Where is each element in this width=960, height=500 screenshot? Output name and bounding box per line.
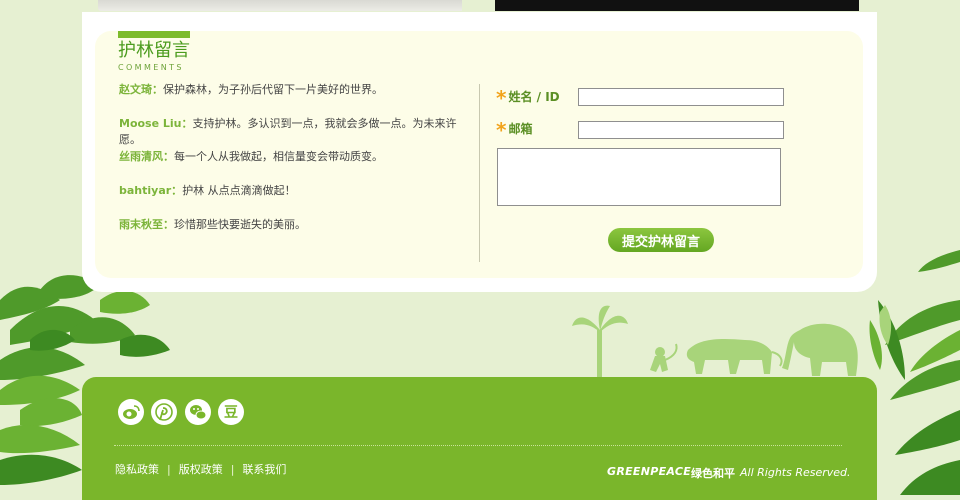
comment-text: 每一个人从我做起，相信量变会带动质变。: [174, 150, 383, 163]
required-star: *: [496, 118, 507, 142]
comment-item: 雨末秋至：珍惜那些快要逝失的美丽。: [119, 217, 306, 233]
privacy-policy-link[interactable]: 隐私政策: [115, 463, 159, 476]
comment-author: 丝雨清风：: [119, 150, 174, 163]
greenpeace-logo-cn: 绿色和平: [691, 467, 735, 480]
name-label-text: 姓名 / ID: [508, 90, 560, 104]
comment-text: 保护森林，为子孙后代留下一片美好的世界。: [163, 83, 383, 96]
message-textarea[interactable]: [497, 148, 781, 206]
email-label: * 邮箱: [496, 118, 532, 142]
comment-item: Moose Liu：支持护林。多认识到一点，我就会多做一点。为未来许愿。: [119, 116, 464, 148]
footer-divider: [114, 445, 842, 446]
footer: [82, 377, 877, 500]
weibo-icon[interactable]: [118, 399, 144, 425]
douban-icon[interactable]: 豆: [218, 399, 244, 425]
greenpeace-logo: GREENPEACE: [607, 465, 692, 478]
rights-text: All Rights Reserved.: [740, 466, 851, 479]
name-input[interactable]: [578, 88, 784, 106]
comment-author: bahtiyar：: [119, 184, 183, 197]
wechat-icon[interactable]: [185, 399, 211, 425]
email-label-text: 邮箱: [508, 122, 533, 136]
comment-author: Moose Liu：: [119, 117, 193, 130]
copyright-policy-link[interactable]: 版权政策: [179, 463, 223, 476]
footer-links: 隐私政策 | 版权政策 | 联系我们: [115, 461, 286, 477]
photo-right: [495, 0, 859, 11]
photo-left: [98, 0, 462, 11]
submit-comment-button[interactable]: 提交护林留言: [608, 228, 714, 252]
title-accent-bar: [118, 31, 190, 38]
name-label: * 姓名 / ID: [496, 86, 560, 110]
comment-author: 雨末秋至：: [119, 218, 174, 231]
comment-item: bahtiyar：护林 从点点滴滴做起！: [119, 183, 296, 199]
section-title: 护林留言: [118, 40, 190, 61]
comment-text: 护林 从点点滴滴做起！: [182, 184, 296, 197]
comment-author: 赵文琦：: [119, 83, 163, 96]
email-input[interactable]: [578, 121, 784, 139]
contact-us-link[interactable]: 联系我们: [242, 463, 286, 476]
link-separator: |: [230, 463, 235, 476]
pinterest-icon[interactable]: [151, 399, 177, 425]
required-star: *: [496, 86, 507, 110]
comment-text: 珍惜那些快要逝失的美丽。: [174, 218, 306, 231]
link-separator: |: [167, 463, 171, 476]
comment-item: 丝雨清风：每一个人从我做起，相信量变会带动质变。: [119, 149, 383, 165]
column-divider: [479, 84, 480, 262]
section-subtitle: COMMENTS: [118, 63, 184, 72]
douban-glyph: 豆: [224, 405, 238, 421]
comment-item: 赵文琦：保护森林，为子孙后代留下一片美好的世界。: [119, 82, 383, 98]
